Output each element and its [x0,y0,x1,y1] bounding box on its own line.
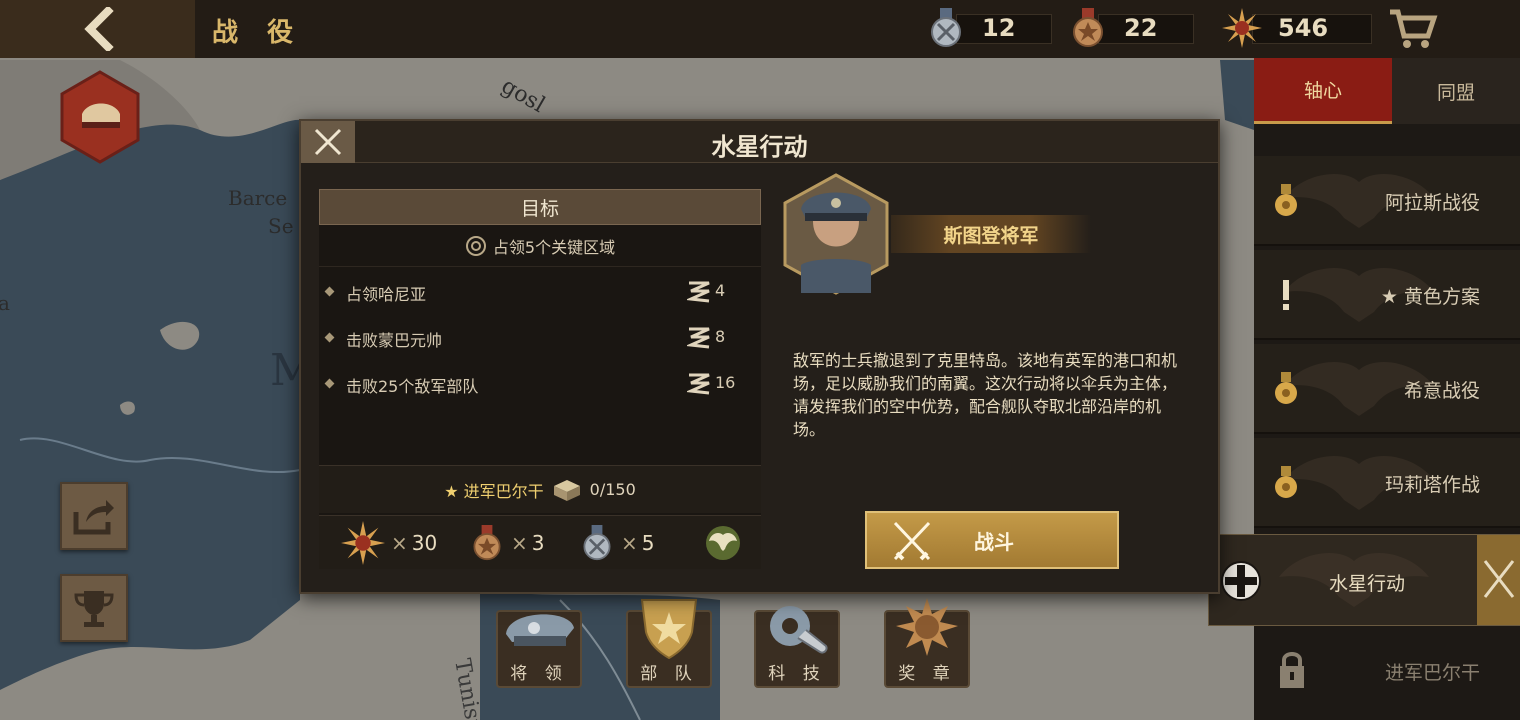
silver-medal-icon [931,8,961,47]
main-objective: 占领5个关键区域 [319,225,761,267]
bronze-medal-count: 22 [1124,14,1158,42]
reward-item: × 5 [579,520,655,566]
general-portrait [783,173,889,295]
campaign-item-selected[interactable]: 水星行动 [1208,534,1520,626]
map-label-barcelona: Barce [228,186,287,210]
campaign-medal-icon [1275,466,1297,498]
map-label-se: Se [268,214,294,238]
objective-value: 8 [715,327,726,346]
menu-troops[interactable]: 部 队 [626,598,712,690]
cart-icon[interactable] [1388,6,1438,50]
resource-bronze-medals: 22 [1068,8,1194,48]
campaign-item[interactable]: 希意战役 [1254,344,1520,434]
objectives-header: 目标 [319,189,761,225]
progress-value: 0/150 [589,480,636,499]
share-button[interactable] [60,482,128,550]
menu-generals-label: 将 领 [510,664,568,684]
resource-silver-medals: 12 [926,8,1052,48]
silver-medal-icon [583,525,611,561]
objective-row: 击败25个敌军部队 16 [319,361,761,407]
gear-wrench-icon [770,606,828,654]
silver-medal-count: 12 [982,14,1016,42]
campaign-label: 玛莉塔作战 [1384,474,1480,496]
objective-value: 16 [715,373,736,392]
menu-medals[interactable]: 奖 章 [884,598,970,690]
trophy-button[interactable] [60,574,128,642]
rank-icon [687,281,710,303]
campaign-label: 进军巴尔干 [1384,662,1480,684]
supply-crate-icon [553,479,580,501]
reward-item: × 30 [341,520,437,566]
campaign-item[interactable]: 阿拉斯战役 [1254,156,1520,246]
rewards-row: × 30 × 3 × 5 [319,515,761,569]
menu-medals-label: 奖 章 [898,664,956,684]
reward-count: 5 [641,531,655,555]
menu-troops-label: 部 队 [640,664,698,684]
medal-icon [896,598,958,656]
campaign-detail-modal: 水星行动 目标 占领5个关键区域 占领哈尼亚 4 击败蒙巴元帅 8 击败25个敌… [299,119,1220,594]
back-button[interactable] [0,0,195,58]
modal-title: 水星行动 [711,133,808,161]
tab-allies[interactable]: 同盟 [1392,58,1520,124]
modal-header: 水星行动 [301,121,1218,163]
general-hex-button[interactable] [58,70,142,164]
progress-label: ★ 进军巴尔干 [444,481,544,501]
campaign-label: 阿拉斯战役 [1384,192,1480,214]
campaign-progress: ★ 进军巴尔干 0/150 [319,465,761,513]
campaign-label: 水星行动 [1329,573,1406,595]
tab-axis[interactable]: 轴心 [1254,58,1392,124]
page-title: 战 役 [212,18,304,48]
map-label-a: a [0,291,10,315]
bronze-medal-icon [1073,8,1103,47]
resource-sun-badges: 546 [1222,8,1372,48]
campaign-medal-icon [1275,372,1297,404]
trophy-icon [74,591,114,627]
campaign-label: 希意战役 [1403,380,1480,402]
bronze-medal-icon [473,525,501,561]
chevron-left-icon [83,7,114,51]
target-icon [465,235,486,256]
objective-value: 4 [715,281,726,300]
share-icon [73,500,114,535]
close-button[interactable] [301,121,355,163]
sun-badge-icon [1222,8,1262,48]
iron-cross-icon [1221,561,1261,601]
rank-icon [687,373,710,395]
fight-button-label: 战斗 [974,529,1014,554]
campaign-item[interactable]: ★ 黄色方案 [1254,250,1520,340]
main-objective-text: 占领5个关键区域 [492,237,616,257]
campaign-item-locked[interactable]: 进军巴尔干 [1254,626,1520,716]
campaign-medal-icon [1275,184,1297,216]
reward-item: × 3 [469,520,545,566]
eagle-badge-icon [706,526,740,560]
objective-text: 占领哈尼亚 [346,285,427,304]
lock-icon [1280,652,1304,688]
fight-button[interactable]: 战斗 [865,511,1119,569]
close-icon [314,128,342,156]
general-name: 斯图登将军 [943,225,1039,247]
crossed-rifles-icon [1483,560,1515,598]
shield-star-icon [640,599,698,660]
mission-description: 敌军的士兵撤退到了克里特岛。该地有英军的港口和机场，足以威胁我们的南翼。这次行动… [793,351,1178,439]
reward-count: 30 [411,531,438,555]
menu-tech-label: 科 技 [768,664,826,684]
sun-badge-icon [341,521,385,565]
battle-side-button[interactable] [1477,535,1520,625]
reward-count: 3 [531,531,545,555]
objectives-panel: 目标 占领5个关键区域 占领哈尼亚 4 击败蒙巴元帅 8 击败25个敌军部队 1… [319,189,761,569]
officer-cap-icon [506,614,574,646]
sun-badge-count: 546 [1278,14,1329,42]
objective-row: 击败蒙巴元帅 8 [319,315,761,361]
menu-tech[interactable]: 科 技 [754,598,840,690]
objective-text: 击败蒙巴元帅 [346,331,443,350]
rank-icon [687,327,710,349]
menu-generals[interactable]: 将 领 [496,598,582,690]
objective-row: 占领哈尼亚 4 [319,269,761,315]
campaign-item[interactable]: 玛莉塔作战 [1254,438,1520,528]
campaign-label: ★ 黄色方案 [1380,286,1480,308]
objective-text: 击败25个敌军部队 [346,377,479,396]
top-bar: 战 役 12 22 546 [0,0,1520,58]
alert-icon [1283,280,1289,310]
